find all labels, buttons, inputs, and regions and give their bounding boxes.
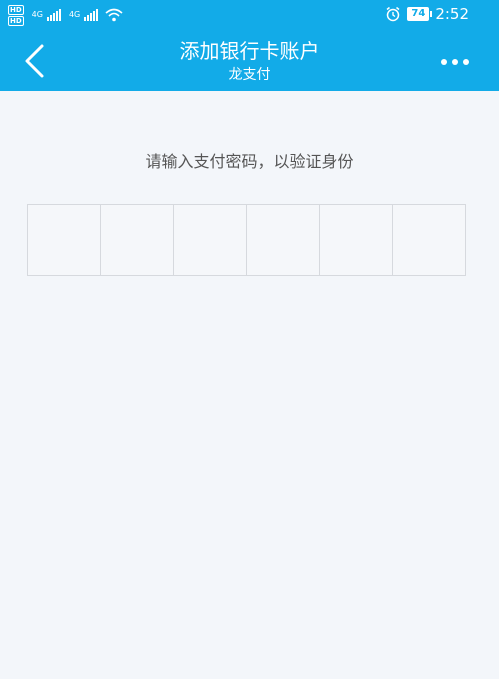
status-left: HD HD 4G 4G bbox=[8, 3, 123, 27]
network-type-1: 4G bbox=[31, 10, 43, 19]
page-title: 添加银行卡账户 bbox=[179, 39, 320, 63]
page-subtitle: 龙支付 bbox=[228, 67, 271, 83]
pin-cell[interactable] bbox=[174, 205, 247, 275]
alarm-icon bbox=[386, 6, 400, 22]
more-dot-icon bbox=[441, 59, 447, 65]
network-type-2: 4G bbox=[68, 10, 81, 19]
pin-cell[interactable] bbox=[247, 205, 320, 275]
signal-icon-2 bbox=[84, 9, 99, 21]
status-right: 74 2:52 bbox=[385, 5, 469, 23]
pin-cell[interactable] bbox=[28, 205, 101, 275]
clock: 2:52 bbox=[435, 5, 469, 23]
password-prompt: 请输入支付密码，以验证身份 bbox=[145, 152, 354, 171]
pin-cell[interactable] bbox=[320, 205, 393, 275]
more-dot-icon bbox=[452, 59, 458, 65]
battery-icon: 74 bbox=[407, 7, 433, 21]
more-dot-icon bbox=[463, 59, 469, 65]
hd-badge-top: HD bbox=[8, 4, 24, 15]
pin-cell[interactable] bbox=[393, 205, 465, 275]
hd-badges: HD HD bbox=[8, 4, 24, 26]
more-options-button[interactable] bbox=[441, 59, 469, 65]
password-input[interactable] bbox=[27, 204, 466, 276]
status-bar: HD HD 4G 4G 74 2:52 bbox=[0, 0, 499, 30]
pin-cell[interactable] bbox=[101, 205, 174, 275]
hd-badge-bottom: HD bbox=[8, 15, 24, 26]
navigation-bar: 添加银行卡账户 龙支付 bbox=[0, 30, 499, 91]
signal-icon-1 bbox=[46, 9, 61, 21]
wifi-icon bbox=[105, 8, 123, 22]
